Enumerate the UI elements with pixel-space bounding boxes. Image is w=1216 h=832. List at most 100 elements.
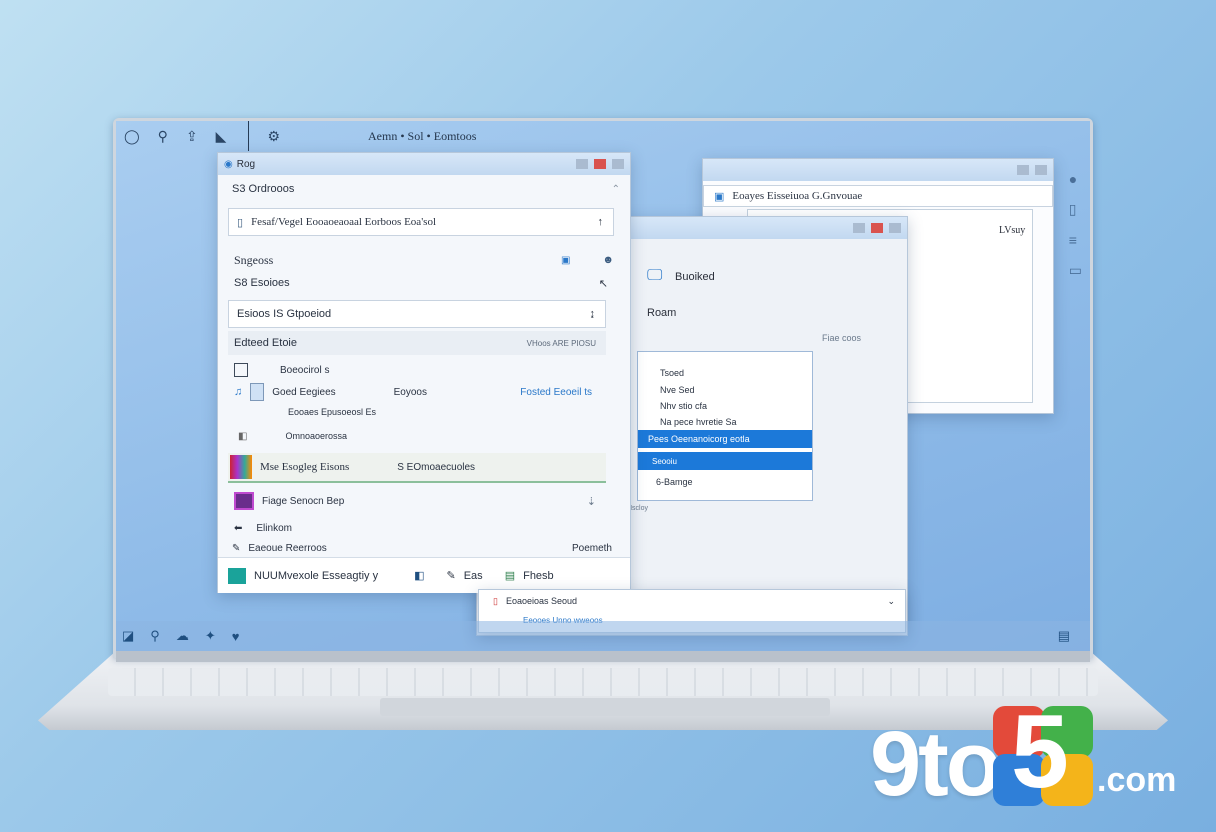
right-address-text: Eoayes Eisseiuoa G.Gnvouae	[732, 190, 863, 202]
laptop-trackpad	[380, 698, 830, 716]
brand-5-tile: 5	[993, 700, 1093, 810]
section-header: Sngeoss ▣ ☻	[234, 248, 614, 272]
bottom-btn-2[interactable]: Fhesb	[523, 570, 554, 582]
cloud-icon[interactable]: ☁	[176, 628, 189, 644]
footer-left: Eaeoue Reerroos	[248, 542, 327, 554]
back-label-1: Buoiked	[675, 271, 715, 283]
folder-icon: ▣	[714, 190, 725, 203]
list-item-label: Elinkom	[256, 522, 292, 534]
list-item-label: Goed Eegiees	[272, 386, 336, 398]
right-window-titlebar	[703, 159, 1053, 181]
bluetooth-icon[interactable]: ●	[1069, 171, 1082, 187]
close-button[interactable]	[594, 159, 606, 169]
settings-icon[interactable]: ⚙	[267, 128, 280, 145]
menu-item-selected[interactable]: Pees Oeenanoicorg eotla	[638, 430, 812, 448]
back-label-2: Roam	[647, 307, 677, 319]
bookmark-icon[interactable]: ▤	[505, 569, 515, 582]
list-item[interactable]: Fiage Senocn Bep ⇣	[228, 487, 606, 515]
list-item[interactable]: Eooaes Epusoeosl Es	[228, 401, 606, 423]
minimize-button[interactable]	[1017, 165, 1029, 175]
list-item[interactable]: ⬅ Elinkom	[228, 517, 606, 539]
right-label: LVsuy	[999, 225, 1026, 236]
main-bottom-bar: NUUMvexole Esseagtiy y ◧ ✎ Eas ▤ Fhesb	[218, 557, 630, 593]
path-icon: ▯	[237, 216, 244, 229]
bottom-btn-1[interactable]: Eas	[464, 570, 483, 582]
start-icon[interactable]: ◪	[122, 628, 134, 644]
maximize-button[interactable]	[889, 223, 901, 233]
color-icon	[230, 455, 252, 479]
brand-com: .com	[1097, 761, 1177, 799]
app-icon-1[interactable]: ✦	[205, 628, 216, 644]
teal-app-icon	[228, 567, 246, 584]
taskbar-right-icon[interactable]: ▤	[1058, 628, 1070, 644]
menu-icon[interactable]: ≡	[1069, 232, 1082, 248]
section-sub-text: S8 Esoioes	[234, 277, 290, 289]
brand-9to: 9to	[870, 713, 1002, 815]
main-subheader: S3 Ordrooos ⌃	[218, 175, 630, 203]
window-icon[interactable]: ▭	[1069, 262, 1082, 279]
share-icon[interactable]: ⇪	[186, 128, 198, 145]
caret-icon[interactable]: ↑	[598, 216, 604, 228]
main-window-title: Rog	[236, 158, 256, 170]
menu-item[interactable]: Nve Sed	[638, 382, 812, 398]
menu-item[interactable]: Nhv stio cfa	[638, 398, 812, 414]
list-item-label: Boeocirol s	[280, 364, 330, 376]
tile-icon[interactable]: ▣	[561, 255, 570, 266]
popup-caret-icon[interactable]: ⌄	[887, 596, 895, 607]
secondary-field[interactable]: Esioos IS Gtpoeiod ↨	[228, 300, 606, 328]
music-icon: ♫	[234, 386, 243, 398]
edit-doc-icon[interactable]: ✎	[447, 569, 456, 582]
list-item-mid: Eoyoos	[393, 386, 427, 398]
image-icon: ◧	[238, 430, 248, 442]
menu-item[interactable]: Tsoed	[638, 364, 812, 382]
close-button[interactable]	[871, 223, 883, 233]
secondary-field-text: Esioos IS Gtpoeiod	[237, 308, 332, 320]
main-address-text: Fesaf/Vegel Eooaoeaoaal Eorboos Eoa'sol	[251, 216, 437, 228]
expand-icon[interactable]: ⌃	[612, 184, 620, 195]
blue-square-icon[interactable]: ◧	[414, 569, 424, 582]
list-item-label: Fiage Senocn Bep	[262, 495, 345, 507]
list-header: Edteed Etoie VHoos ARE PIOSU	[228, 331, 606, 355]
list-header-right: VHoos ARE PIOSU	[526, 338, 596, 348]
menu-footer[interactable]: 6-Bamge	[638, 470, 812, 494]
highlight-label: Mse Esogleg Eisons	[260, 461, 350, 473]
lock-icon[interactable]: ▯	[1069, 201, 1082, 218]
edit-icon[interactable]: ✎	[232, 543, 240, 554]
app-thumb-icon	[234, 492, 254, 510]
back-icon[interactable]: ◯	[124, 128, 140, 145]
main-address-bar[interactable]: ▯ Fesaf/Vegel Eooaoeaoaal Eorboos Eoa'so…	[228, 208, 614, 236]
user-icon[interactable]: ☻	[602, 254, 614, 266]
back-side-text: Fiae coos	[822, 333, 862, 343]
back-arrow-icon[interactable]: ⬅	[234, 523, 242, 534]
app-icon-2[interactable]: ♥	[232, 629, 240, 644]
minimize-button[interactable]	[853, 223, 865, 233]
pin-icon[interactable]: ⚲	[158, 128, 168, 145]
laptop-screen: ◯ ⚲ ⇪ ◣ ⚙ Aemn • Sol • Eomtoos ▣ Eoayes …	[116, 121, 1090, 651]
menu-item-selected-2[interactable]: Seooiu	[638, 452, 812, 470]
action-icon[interactable]: ⇣	[587, 495, 596, 508]
list-header-label: Edteed Etoie	[234, 337, 297, 349]
maximize-button[interactable]	[612, 159, 624, 169]
pin-icon[interactable]: ↨	[590, 308, 596, 320]
doc-icon: ▯	[493, 595, 498, 606]
menu-item[interactable]: Na pece hvretie Sa	[638, 414, 812, 430]
maximize-button[interactable]	[1035, 165, 1047, 175]
brand-logo: 9to 5 .com	[870, 700, 1176, 810]
main-footer-row: ✎ Eaeoue Reerroos Poemeth	[232, 539, 618, 557]
desktop-title: Aemn • Sol • Eomtoos	[368, 128, 477, 143]
right-address-bar[interactable]: ▣ Eoayes Eisseiuoa G.Gnvouae	[703, 185, 1053, 207]
list-item[interactable]: Boeocirol s	[228, 359, 606, 381]
arrow-icon[interactable]: ◣	[216, 128, 227, 145]
divider	[248, 121, 250, 151]
minimize-button[interactable]	[576, 159, 588, 169]
checkbox-icon[interactable]	[234, 363, 248, 377]
list-item[interactable]: ◧ Omnoaoerossa	[228, 425, 606, 447]
highlight-right: S EOmoaecuoles	[397, 461, 476, 473]
popup-row: ▯ Eoaoeioas Seoud ⌄	[479, 590, 905, 612]
list-item-highlighted[interactable]: Mse Esogleg Eisons S EOmoaecuoles	[228, 453, 606, 483]
search-icon[interactable]: ⚲	[150, 628, 160, 644]
list-item-label: Omnoaoerossa	[285, 431, 347, 441]
monitor-icon: 🖵	[647, 267, 663, 284]
list-item[interactable]: ♫ Goed Eegiees Eoyoos Fosted Eeoeil ts	[228, 381, 606, 403]
popup-title: Eoaoeioas Seoud	[505, 596, 578, 606]
